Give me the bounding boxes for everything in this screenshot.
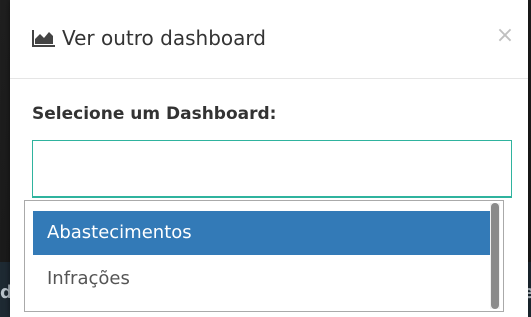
modal-title: Ver outro dashboard	[32, 26, 266, 50]
close-button[interactable]: ×	[494, 24, 516, 48]
modal-header: Ver outro dashboard ×	[10, 0, 528, 79]
area-chart-icon	[32, 28, 56, 48]
dropdown-scrollbar[interactable]	[490, 203, 500, 309]
modal-title-text: Ver outro dashboard	[62, 26, 266, 50]
dashboard-select-label: Selecione um Dashboard:	[32, 104, 277, 124]
scrollbar-thumb[interactable]	[491, 203, 499, 309]
option-infracoes[interactable]: Infrações	[33, 257, 491, 301]
option-abastecimentos[interactable]: Abastecimentos	[33, 211, 491, 255]
dashboard-select[interactable]	[32, 140, 512, 198]
dashboard-dropdown-list: Abastecimentos Infrações	[24, 200, 504, 312]
